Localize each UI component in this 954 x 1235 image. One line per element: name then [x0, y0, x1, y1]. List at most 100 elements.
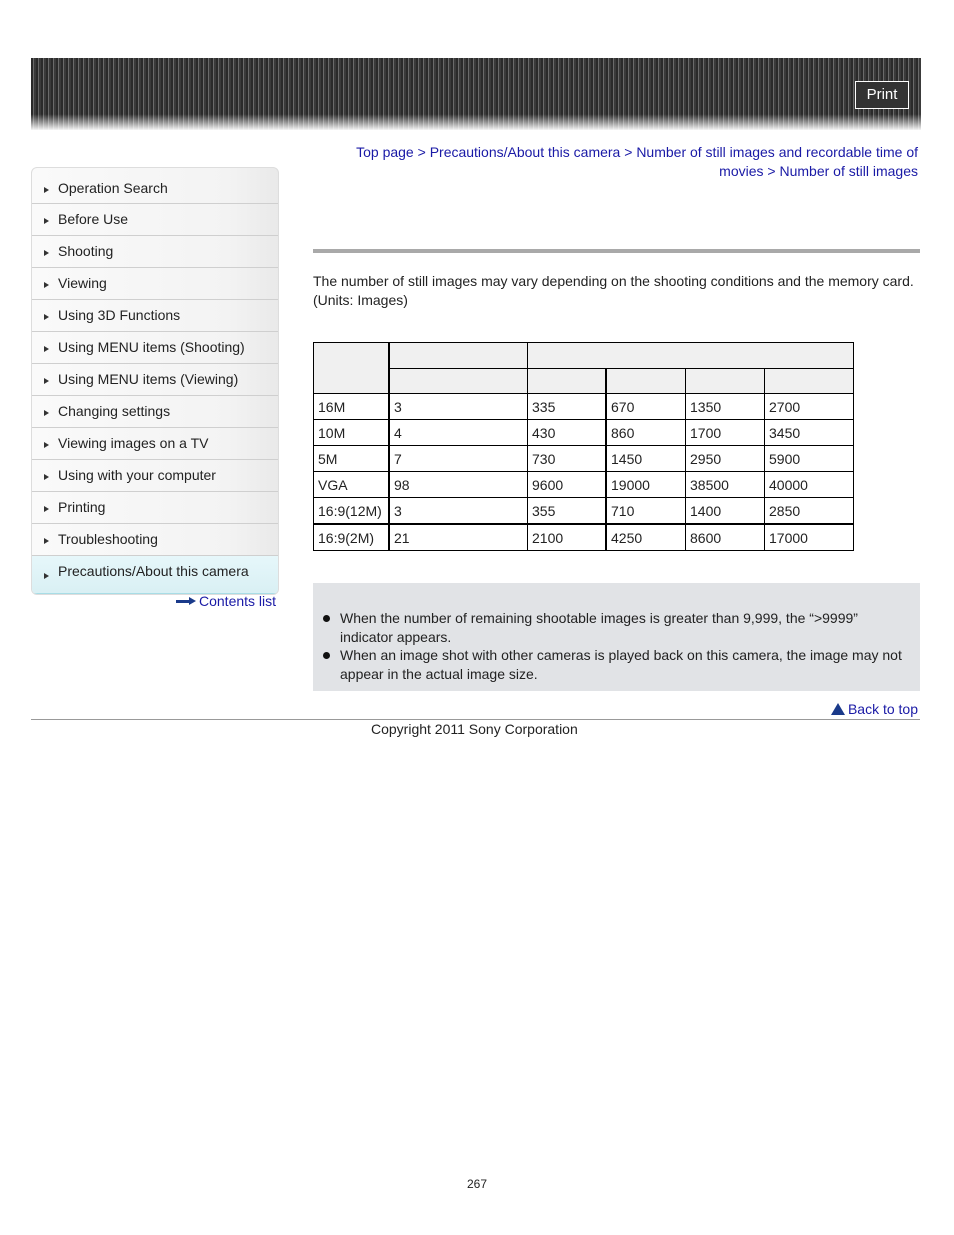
- table-header-cell: [313, 342, 390, 394]
- print-button[interactable]: Print: [855, 81, 909, 109]
- sidebar-item-label: Operation Search: [58, 180, 168, 196]
- table-cell: 860: [605, 419, 686, 446]
- note-item: When the number of remaining shootable i…: [321, 609, 911, 646]
- table-header-cell: [764, 368, 854, 394]
- arrow-right-icon: [44, 537, 49, 544]
- table-row: 5M 7 730 1450 2950 5900: [313, 445, 854, 472]
- image-size-cell: 16:9(2M): [313, 523, 390, 551]
- contents-list-link[interactable]: Contents list: [176, 593, 276, 609]
- sidebar-item-label: Precautions/About this camera: [58, 563, 249, 579]
- sidebar-item-viewing[interactable]: Viewing: [32, 268, 278, 300]
- table-cell: 3: [388, 393, 528, 420]
- sidebar-item-troubleshooting[interactable]: Troubleshooting: [32, 524, 278, 556]
- image-size-cell: 5M: [313, 445, 390, 472]
- arrow-right-icon: [44, 409, 49, 416]
- units-note: (Units: Images): [313, 292, 408, 308]
- bullet-icon: [323, 615, 330, 622]
- sidebar-item-precautions[interactable]: Precautions/About this camera: [32, 556, 278, 594]
- sidebar-item-label: Using 3D Functions: [58, 307, 181, 323]
- sidebar-item-changing-settings[interactable]: Changing settings: [32, 396, 278, 428]
- sidebar-item-viewing-tv[interactable]: Viewing images on a TV: [32, 428, 278, 460]
- image-size-cell: 10M: [313, 419, 390, 446]
- arrow-right-icon: [44, 186, 49, 193]
- sidebar-item-printing[interactable]: Printing: [32, 492, 278, 524]
- sidebar-item-shooting[interactable]: Shooting: [32, 236, 278, 268]
- table-row: 16:9(2M) 21 2100 4250 8600 17000: [313, 523, 854, 551]
- table-cell: 4: [388, 419, 528, 446]
- table-cell: 355: [527, 497, 607, 525]
- table-cell: 1450: [605, 445, 686, 472]
- arrow-right-icon: [176, 597, 196, 606]
- copyright-text: Copyright 2011 Sony Corporation: [371, 721, 578, 737]
- sidebar-item-label: Viewing: [58, 275, 107, 291]
- sidebar-item-before-use[interactable]: Before Use: [32, 204, 278, 236]
- arrow-right-icon: [44, 345, 49, 352]
- table-cell: 38500: [685, 471, 765, 498]
- arrow-right-icon: [44, 505, 49, 512]
- table-cell: 2100: [527, 523, 607, 551]
- arrow-right-icon: [44, 249, 49, 256]
- table-header-cell: [605, 368, 686, 394]
- sidebar-item-label: Using MENU items (Viewing): [58, 371, 239, 387]
- table-cell: 4250: [605, 523, 686, 551]
- arrow-right-icon: [44, 281, 49, 288]
- sidebar-item-computer[interactable]: Using with your computer: [32, 460, 278, 492]
- note-text: When an image shot with other cameras is…: [340, 647, 902, 682]
- table-cell: 17000: [764, 523, 854, 551]
- sidebar-item-label: Troubleshooting: [58, 531, 158, 547]
- table-row: 16M 3 335 670 1350 2700: [313, 393, 854, 420]
- back-to-top-link[interactable]: Back to top: [830, 701, 918, 717]
- breadcrumb-current-page[interactable]: Number of still images: [780, 163, 919, 179]
- table-cell: 335: [527, 393, 607, 420]
- notes-list: When the number of remaining shootable i…: [321, 609, 911, 683]
- breadcrumb-precautions[interactable]: Precautions/About this camera: [430, 144, 621, 160]
- note-text: When the number of remaining shootable i…: [340, 610, 858, 645]
- table-cell: 21: [388, 523, 528, 551]
- contents-list-label: Contents list: [199, 593, 277, 609]
- header-banner: Print: [31, 58, 921, 130]
- table-cell: 430: [527, 419, 607, 446]
- table-cell: 8600: [685, 523, 765, 551]
- note-item: When an image shot with other cameras is…: [321, 646, 911, 683]
- image-size-cell: VGA: [313, 471, 390, 498]
- image-size-cell: 16M: [313, 393, 390, 420]
- table-header-cell: [388, 342, 528, 369]
- title-divider: [313, 249, 920, 253]
- arrow-right-icon: [44, 217, 49, 224]
- table-header-cell: [388, 368, 528, 394]
- sidebar-item-operation-search[interactable]: Operation Search: [32, 168, 278, 204]
- arrow-right-icon: [44, 441, 49, 448]
- breadcrumb-top-page[interactable]: Top page: [356, 144, 414, 160]
- table-cell: 710: [605, 497, 686, 525]
- sidebar-item-menu-viewing[interactable]: Using MENU items (Viewing): [32, 364, 278, 396]
- arrow-right-icon: [44, 313, 49, 320]
- intro-line: The number of still images may vary depe…: [313, 273, 914, 289]
- table-header-cell: [685, 368, 765, 394]
- sidebar-item-label: Printing: [58, 499, 106, 515]
- arrow-right-icon: [44, 572, 49, 579]
- table-cell: 98: [388, 471, 528, 498]
- table-cell: 1400: [685, 497, 765, 525]
- table-header-cell: [527, 342, 854, 369]
- sidebar-nav: Operation Search Before Use Shooting Vie…: [31, 167, 279, 595]
- table-row: 16:9(12M) 3 355 710 1400 2850: [313, 497, 854, 525]
- sidebar-item-label: Using MENU items (Shooting): [58, 339, 245, 355]
- bullet-icon: [323, 652, 330, 659]
- table-cell: 730: [527, 445, 607, 472]
- image-size-cell: 16:9(12M): [313, 497, 390, 525]
- sidebar-item-label: Before Use: [58, 211, 129, 227]
- breadcrumb-separator: >: [767, 163, 776, 179]
- table-cell: 1350: [685, 393, 765, 420]
- sidebar-item-menu-shooting[interactable]: Using MENU items (Shooting): [32, 332, 278, 364]
- table-cell: 2850: [764, 497, 854, 525]
- table-header-cell: [527, 368, 607, 394]
- sidebar-item-3d-functions[interactable]: Using 3D Functions: [32, 300, 278, 332]
- table-cell: 3450: [764, 419, 854, 446]
- page-number: 267: [466, 1177, 488, 1191]
- table-cell: 2950: [685, 445, 765, 472]
- table-row: VGA 98 9600 19000 38500 40000: [313, 471, 854, 498]
- table-cell: 7: [388, 445, 528, 472]
- table-header-row: [313, 342, 854, 394]
- sidebar-item-label: Shooting: [58, 243, 114, 259]
- table-cell: 2700: [764, 393, 854, 420]
